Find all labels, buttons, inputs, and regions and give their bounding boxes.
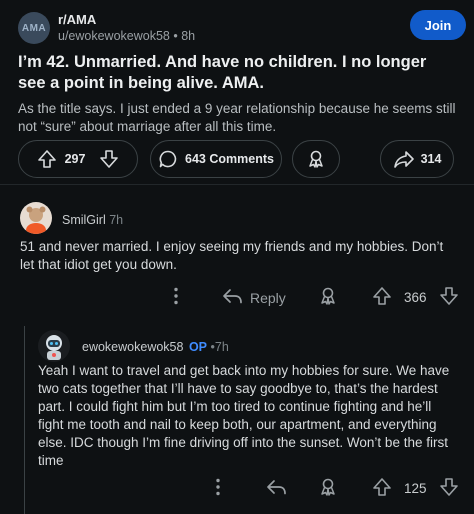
more-icon <box>212 477 224 500</box>
post-body: As the title says. I just ended a 9 year… <box>18 101 456 134</box>
post-meta: u/ewokewokewok58 • 8h <box>58 29 195 43</box>
share-button[interactable]: 314 <box>380 140 454 178</box>
share-count: 314 <box>420 152 442 166</box>
post-author[interactable]: u/ewokewokewok58 <box>58 29 170 43</box>
join-button[interactable]: Join <box>410 10 466 40</box>
comment-author-line: ewokewokewok58 OP •7h <box>82 340 229 354</box>
post-upvote-count: 297 <box>64 152 86 166</box>
upvote-icon[interactable] <box>37 149 57 169</box>
downvote-icon[interactable] <box>439 286 459 309</box>
award-icon <box>318 477 338 500</box>
comment-text: Yeah I want to travel and get back into … <box>38 363 450 468</box>
comment-icon <box>158 149 178 169</box>
subreddit-name[interactable]: r/AMA <box>58 12 96 27</box>
award-button[interactable] <box>318 286 338 309</box>
reply-button[interactable]: Reply <box>222 286 286 309</box>
avatar[interactable] <box>38 330 70 362</box>
upvote-icon[interactable] <box>372 286 392 309</box>
share-icon <box>393 149 415 169</box>
comment-vote-bar: 366 <box>372 286 459 309</box>
post-age: 8h <box>181 29 196 43</box>
op-badge: OP <box>188 340 207 354</box>
comment-age: 7h <box>214 340 229 354</box>
downvote-icon[interactable] <box>99 149 119 169</box>
comment-age: 7h <box>109 213 124 227</box>
award-icon <box>318 286 338 309</box>
reply-icon <box>222 286 244 309</box>
comment-username[interactable]: ewokewokewok58 <box>82 340 183 354</box>
post-vote-pill: 297 <box>18 140 138 178</box>
award-button[interactable] <box>318 477 338 500</box>
reply-label: Reply <box>250 289 286 306</box>
comment-vote-count: 366 <box>404 290 427 305</box>
downvote-icon[interactable] <box>439 477 459 500</box>
more-icon <box>170 286 182 309</box>
comment-username[interactable]: SmilGirl <box>62 213 106 227</box>
upvote-icon[interactable] <box>372 477 392 500</box>
comments-label: 643 Comments <box>185 152 274 166</box>
reply-icon <box>266 477 288 500</box>
award-icon <box>306 149 326 169</box>
comment-author-line: SmilGirl 7h <box>62 213 123 227</box>
avatar[interactable] <box>20 202 52 234</box>
comment-text: 51 and never married. I enjoy seeing my … <box>20 239 444 272</box>
comments-button[interactable]: 643 Comments <box>150 140 282 178</box>
comment-vote-count: 125 <box>404 481 427 496</box>
subreddit-avatar[interactable]: AMA <box>18 12 50 44</box>
award-button[interactable] <box>292 140 340 178</box>
more-options[interactable] <box>170 286 182 309</box>
section-divider <box>0 184 474 185</box>
subreddit-avatar-text: AMA <box>21 22 47 34</box>
post-header: AMA r/AMA u/ewokewokewok58 • 8h Join <box>18 8 466 48</box>
post-title[interactable]: I’m 42. Unmarried. And have no children.… <box>18 52 458 94</box>
comment-vote-bar: 125 <box>372 477 459 500</box>
thread-line[interactable] <box>24 326 25 514</box>
meta-separator: • <box>173 29 178 43</box>
reply-button[interactable] <box>266 477 288 500</box>
more-options[interactable] <box>212 477 224 500</box>
